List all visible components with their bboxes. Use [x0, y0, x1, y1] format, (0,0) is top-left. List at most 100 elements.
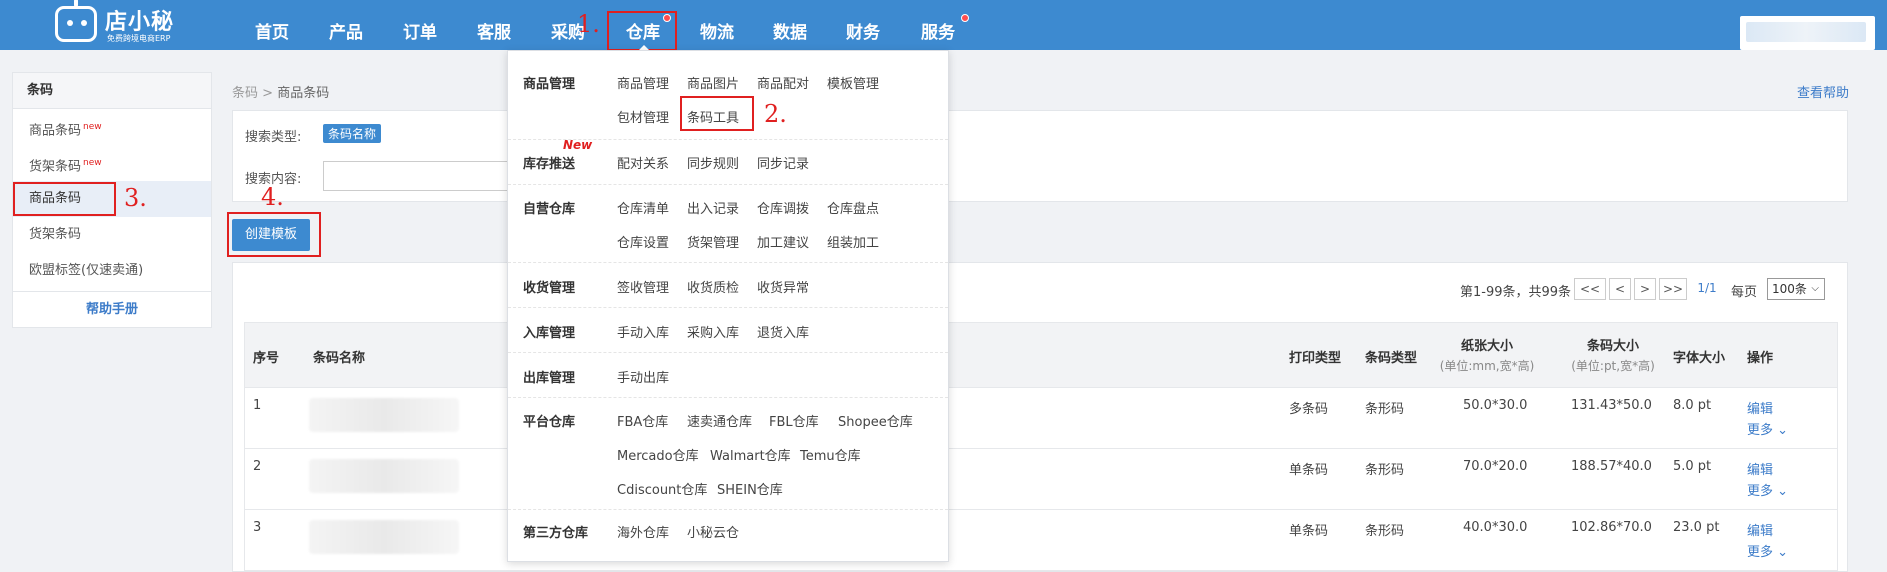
robot-logo-icon — [55, 0, 97, 42]
dd-link-return-inbound[interactable]: 退货入库 — [757, 322, 809, 341]
dd-link-product-management[interactable]: 商品管理 — [617, 73, 669, 92]
row-edit-link[interactable]: 编辑 — [1747, 459, 1773, 478]
row-more-label: 更多 — [1747, 484, 1774, 499]
dd-group-title: 第三方仓库 — [523, 526, 589, 541]
per-page-value: 100条 — [1772, 282, 1807, 296]
th-code-size: 条码大小 (单位:pt,宽*高) — [1561, 335, 1665, 374]
help-manual-link[interactable]: 帮助手册 — [13, 291, 211, 327]
dd-link-warehouse-inventory[interactable]: 仓库盘点 — [827, 198, 879, 217]
dd-group-inbound: 入库管理 手动入库 采购入库 退货入库 — [508, 308, 948, 353]
nav-order[interactable]: 订单 — [403, 18, 437, 43]
dd-link-product-images[interactable]: 商品图片 — [687, 73, 739, 92]
row-code-type: 条形码 — [1365, 524, 1405, 539]
th-font-size: 字体大小 — [1673, 351, 1726, 366]
chevron-down-icon: ⌄ — [1773, 484, 1789, 499]
sidebar-item-label: 货架条码 — [29, 159, 82, 175]
dd-link-pairing-relations[interactable]: 配对关系 — [617, 153, 669, 172]
sidebar-title: 条码 — [13, 73, 211, 109]
dd-link-warehouse-list[interactable]: 仓库清单 — [617, 198, 669, 217]
row-index: 1 — [253, 398, 262, 413]
row-paper-size: 70.0*20.0 — [1463, 459, 1528, 474]
pager-prev-button[interactable]: < — [1609, 278, 1631, 300]
sidebar-item-eu-label[interactable]: 欧盟标签(仅速卖通) — [13, 253, 211, 289]
row-more-dropdown[interactable]: 更多 ⌄ — [1747, 541, 1788, 560]
sidebar-item-label: 欧盟标签(仅速卖通) — [29, 263, 144, 278]
top-navbar: 店小秘 免费跨境电商ERP 首页 产品 订单 客服 采购 仓库 物流 数据 财务… — [0, 0, 1887, 50]
dd-link-manual-outbound[interactable]: 手动出库 — [617, 367, 669, 386]
brand-tagline: 免费跨境电商ERP — [107, 34, 171, 43]
dd-group-title: 入库管理 — [523, 326, 576, 341]
dd-link-shein[interactable]: SHEIN仓库 — [717, 479, 783, 498]
dd-link-fbl[interactable]: FBL仓库 — [769, 411, 819, 430]
dd-link-shelf-management[interactable]: 货架管理 — [687, 232, 739, 251]
dd-link-packaging-management[interactable]: 包材管理 — [617, 107, 669, 126]
row-more-dropdown[interactable]: 更多 ⌄ — [1747, 419, 1788, 438]
th-paper-size-label: 纸张大小 — [1460, 339, 1513, 354]
dd-link-shopee[interactable]: Shopee仓库 — [838, 411, 913, 430]
pager-last-button[interactable]: >> — [1659, 278, 1687, 300]
row-font-size: 8.0 pt — [1673, 398, 1712, 413]
row-code-type: 条形码 — [1365, 402, 1405, 417]
annotation-step-4: 4. — [261, 183, 284, 211]
sidebar-item-label: 货架条码 — [29, 227, 82, 242]
chevron-down-icon: ⌄ — [1773, 423, 1789, 438]
sidebar-item-product-barcode-new[interactable]: 商品条码 new — [13, 109, 211, 145]
nav-data[interactable]: 数据 — [773, 18, 807, 43]
dd-link-sign-management[interactable]: 签收管理 — [617, 277, 669, 296]
row-more-label: 更多 — [1747, 423, 1774, 438]
breadcrumb-parent[interactable]: 条码 — [232, 86, 258, 101]
dd-link-purchase-inbound[interactable]: 采购入库 — [687, 322, 739, 341]
dd-group-platform-warehouse: 平台仓库 FBA仓库 速卖通仓库 FBL仓库 Shopee仓库 Mercado仓… — [508, 398, 948, 510]
nav-services[interactable]: 服务 — [921, 18, 955, 43]
row-edit-link[interactable]: 编辑 — [1747, 520, 1773, 539]
dd-link-temu[interactable]: Temu仓库 — [800, 445, 861, 464]
dd-link-xiaomi-cloud[interactable]: 小秘云仓 — [687, 522, 739, 541]
search-type-tag[interactable]: 条码名称 — [323, 124, 382, 143]
dd-link-aliexpress[interactable]: 速卖通仓库 — [687, 411, 752, 430]
sidebar-item-shelf-barcode-new[interactable]: 货架条码 new — [13, 145, 211, 181]
dd-link-assembly[interactable]: 组装加工 — [827, 232, 879, 251]
dd-link-warehouse-settings[interactable]: 仓库设置 — [617, 232, 669, 251]
dd-link-sync-rules[interactable]: 同步规则 — [687, 153, 739, 172]
dd-link-overseas-warehouse[interactable]: 海外仓库 — [617, 522, 669, 541]
dd-link-in-out-records[interactable]: 出入记录 — [687, 198, 739, 217]
logo[interactable]: 店小秘 免费跨境电商ERP — [55, 0, 215, 46]
row-font-size: 5.0 pt — [1673, 459, 1712, 474]
user-account-box[interactable] — [1740, 16, 1875, 50]
sidebar-item-shelf-barcode[interactable]: 货架条码 — [13, 217, 211, 253]
nav-product[interactable]: 产品 — [329, 18, 363, 43]
row-paper-size: 50.0*30.0 — [1463, 398, 1528, 413]
dd-link-warehouse-transfer[interactable]: 仓库调拨 — [757, 198, 809, 217]
dd-link-receiving-exception[interactable]: 收货异常 — [757, 277, 809, 296]
pager-per-page-label: 每页 — [1731, 285, 1758, 300]
chevron-down-icon: ⌵ — [1811, 283, 1819, 294]
row-more-dropdown[interactable]: 更多 ⌄ — [1747, 480, 1788, 499]
new-badge: new — [83, 122, 102, 132]
dd-link-fba[interactable]: FBA仓库 — [617, 411, 668, 430]
th-paper-size-unit: (单位:mm,宽*高) — [1439, 359, 1535, 373]
dd-link-manual-inbound[interactable]: 手动入库 — [617, 322, 669, 341]
dd-link-walmart[interactable]: Walmart仓库 — [710, 445, 791, 464]
nav-logistics[interactable]: 物流 — [700, 18, 734, 43]
pager-per-page-select[interactable]: 100条 ⌵ — [1767, 278, 1825, 300]
row-edit-link[interactable]: 编辑 — [1747, 398, 1773, 417]
breadcrumb-current: 商品条码 — [277, 86, 330, 101]
dd-link-sync-records[interactable]: 同步记录 — [757, 153, 809, 172]
new-badge: new — [83, 158, 102, 168]
pager-first-button[interactable]: << — [1574, 278, 1606, 300]
dd-link-mercado[interactable]: Mercado仓库 — [617, 445, 699, 464]
dd-link-template-management[interactable]: 模板管理 — [827, 73, 879, 92]
nav-home[interactable]: 首页 — [255, 18, 289, 43]
dd-link-product-matching[interactable]: 商品配对 — [757, 73, 809, 92]
row-code-size: 102.86*70.0 — [1571, 520, 1652, 535]
nav-finance[interactable]: 财务 — [846, 18, 880, 43]
dd-link-processing-advice[interactable]: 加工建议 — [757, 232, 809, 251]
nav-service[interactable]: 客服 — [477, 18, 511, 43]
table-row: 1 多条码 条形码 50.0*30.0 131.43*50.0 8.0 pt 编… — [244, 388, 1838, 449]
brand-name: 店小秘 — [105, 10, 175, 35]
search-content-input[interactable] — [323, 161, 513, 191]
dd-link-receiving-qc[interactable]: 收货质检 — [687, 277, 739, 296]
view-help-link[interactable]: 查看帮助 — [1797, 82, 1849, 101]
pager-next-button[interactable]: > — [1634, 278, 1656, 300]
dd-link-cdiscount[interactable]: Cdiscount仓库 — [617, 479, 707, 498]
